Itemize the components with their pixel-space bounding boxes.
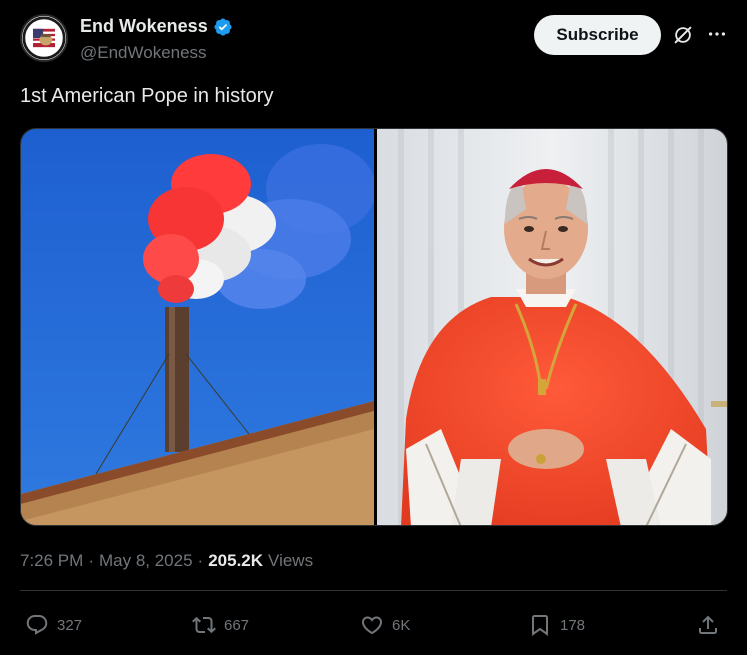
- subscribe-button[interactable]: Subscribe: [534, 15, 661, 55]
- bookmark-icon: [532, 615, 548, 636]
- tweet-date[interactable]: May 8, 2025: [99, 551, 193, 571]
- tweet-meta: 7:26 PM · May 8, 2025 · 205.2K Views: [20, 551, 313, 571]
- cardinal-portrait-image: [377, 129, 727, 525]
- user-handle[interactable]: @EndWokeness: [80, 43, 207, 63]
- chimney-smoke-image: [21, 129, 376, 525]
- share-icon: [699, 615, 717, 634]
- more-horizontal-icon[interactable]: [706, 23, 728, 45]
- tweet-time[interactable]: 7:26 PM: [20, 551, 83, 571]
- avatar[interactable]: [20, 14, 68, 62]
- views-label: Views: [268, 551, 314, 570]
- meta-separator: ·: [88, 551, 94, 570]
- tweet-actions: 327 667 6K 178: [20, 608, 727, 642]
- meta-separator: ·: [197, 551, 204, 570]
- share-button[interactable]: [696, 608, 720, 642]
- reply-button[interactable]: 327: [25, 608, 82, 642]
- tweet-header: End Wokeness @EndWokeness Subscribe: [20, 14, 727, 66]
- reply-icon: [26, 615, 48, 635]
- divider: [20, 590, 727, 591]
- repost-icon: [192, 616, 216, 634]
- repost-button[interactable]: 667: [192, 608, 249, 642]
- views-count: 205.2K: [208, 551, 264, 570]
- tweet-text: 1st American Pope in history: [20, 85, 274, 107]
- like-count: 6K: [392, 616, 411, 634]
- tweet-media[interactable]: [20, 128, 728, 526]
- repost-count: 667: [224, 616, 250, 634]
- grok-icon[interactable]: [672, 24, 694, 46]
- verified-badge-icon: [213, 17, 233, 37]
- bookmark-count: 178: [560, 616, 586, 634]
- reply-count: 327: [57, 616, 83, 634]
- heart-icon: [361, 616, 383, 635]
- like-button[interactable]: 6K: [360, 608, 410, 642]
- display-name[interactable]: End Wokeness: [80, 16, 208, 37]
- bookmark-button[interactable]: 178: [528, 608, 585, 642]
